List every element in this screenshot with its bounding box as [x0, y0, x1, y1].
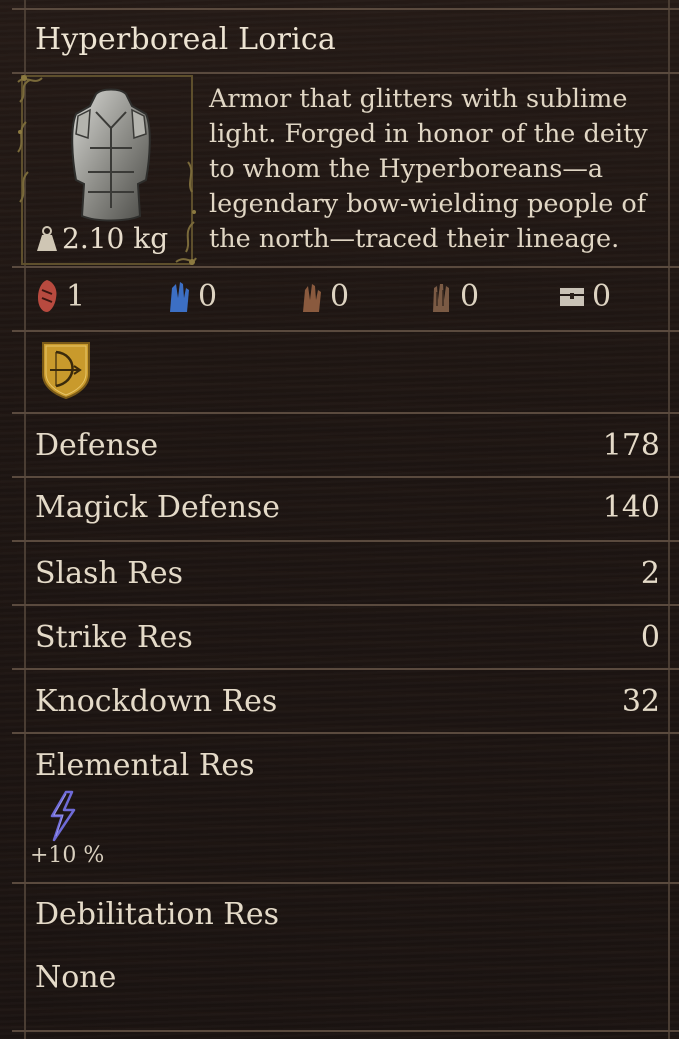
vocation-mage-value: 0	[198, 278, 218, 314]
stat-label: Knockdown Res	[35, 684, 278, 719]
vocation-mage: 0	[166, 278, 217, 314]
divider	[12, 540, 679, 542]
vocation-fighter: 1	[34, 278, 85, 314]
item-title: Hyperboreal Lorica	[35, 22, 336, 57]
chest-icon	[560, 288, 584, 306]
item-details-panel: Hyperboreal Lorica 2.10 kg Armor that gl…	[0, 0, 679, 1039]
mage-icon	[170, 282, 189, 312]
stat-label: Strike Res	[35, 620, 193, 655]
vocation-warrior: 0	[428, 278, 479, 314]
debilitation-res-value: None	[35, 960, 117, 995]
item-weight-value: 2.10 kg	[62, 222, 169, 255]
stat-value: 0	[640, 620, 660, 655]
archer-shield-icon	[42, 342, 90, 400]
divider	[12, 266, 679, 268]
vocation-thief: 0	[298, 278, 349, 314]
section-label: Debilitation Res	[35, 897, 280, 932]
weight-icon	[37, 225, 57, 251]
stat-label: Magick Defense	[35, 490, 281, 525]
warrior-icon	[433, 284, 449, 312]
stat-label: Slash Res	[35, 556, 184, 591]
stat-label: Defense	[35, 428, 159, 463]
vocation-warrior-value: 0	[460, 278, 480, 314]
thief-icon	[303, 284, 321, 312]
elemental-res-value: +10 %	[30, 843, 105, 868]
armor-chestpiece-icon	[71, 88, 151, 222]
item-description: Armor that glitters with sublime light. …	[209, 84, 648, 254]
stat-row-defense: Defense 178	[35, 428, 660, 463]
divider	[12, 1030, 679, 1032]
stat-row-knockdown-res: Knockdown Res 32	[35, 684, 660, 719]
divider	[12, 330, 679, 332]
debilitation-res-heading: Debilitation Res	[35, 897, 660, 932]
vocation-fighter-value: 1	[66, 278, 86, 314]
storage-chest-value: 0	[592, 278, 612, 314]
divider	[12, 668, 679, 670]
storage-chest: 0	[558, 278, 611, 314]
stat-value: 32	[621, 684, 660, 719]
elemental-res-heading: Elemental Res	[35, 748, 660, 783]
stat-row-strike-res: Strike Res 0	[35, 620, 660, 655]
divider	[12, 476, 679, 478]
vocation-thief-value: 0	[330, 278, 350, 314]
stat-value: 140	[602, 490, 660, 525]
divider	[12, 882, 679, 884]
item-weight: 2.10 kg	[36, 222, 168, 255]
lightning-icon	[50, 790, 76, 842]
vocation-requirements: 1 0 0 0 0	[30, 278, 660, 318]
fighter-icon	[38, 280, 57, 312]
stat-value: 2	[640, 556, 660, 591]
divider	[12, 8, 679, 10]
divider	[12, 412, 679, 414]
stat-row-slash-res: Slash Res 2	[35, 556, 660, 591]
stat-value: 178	[602, 428, 660, 463]
stat-row-magick-defense: Magick Defense 140	[35, 490, 660, 525]
divider	[12, 732, 679, 734]
divider	[12, 604, 679, 606]
section-label: Elemental Res	[35, 748, 255, 783]
